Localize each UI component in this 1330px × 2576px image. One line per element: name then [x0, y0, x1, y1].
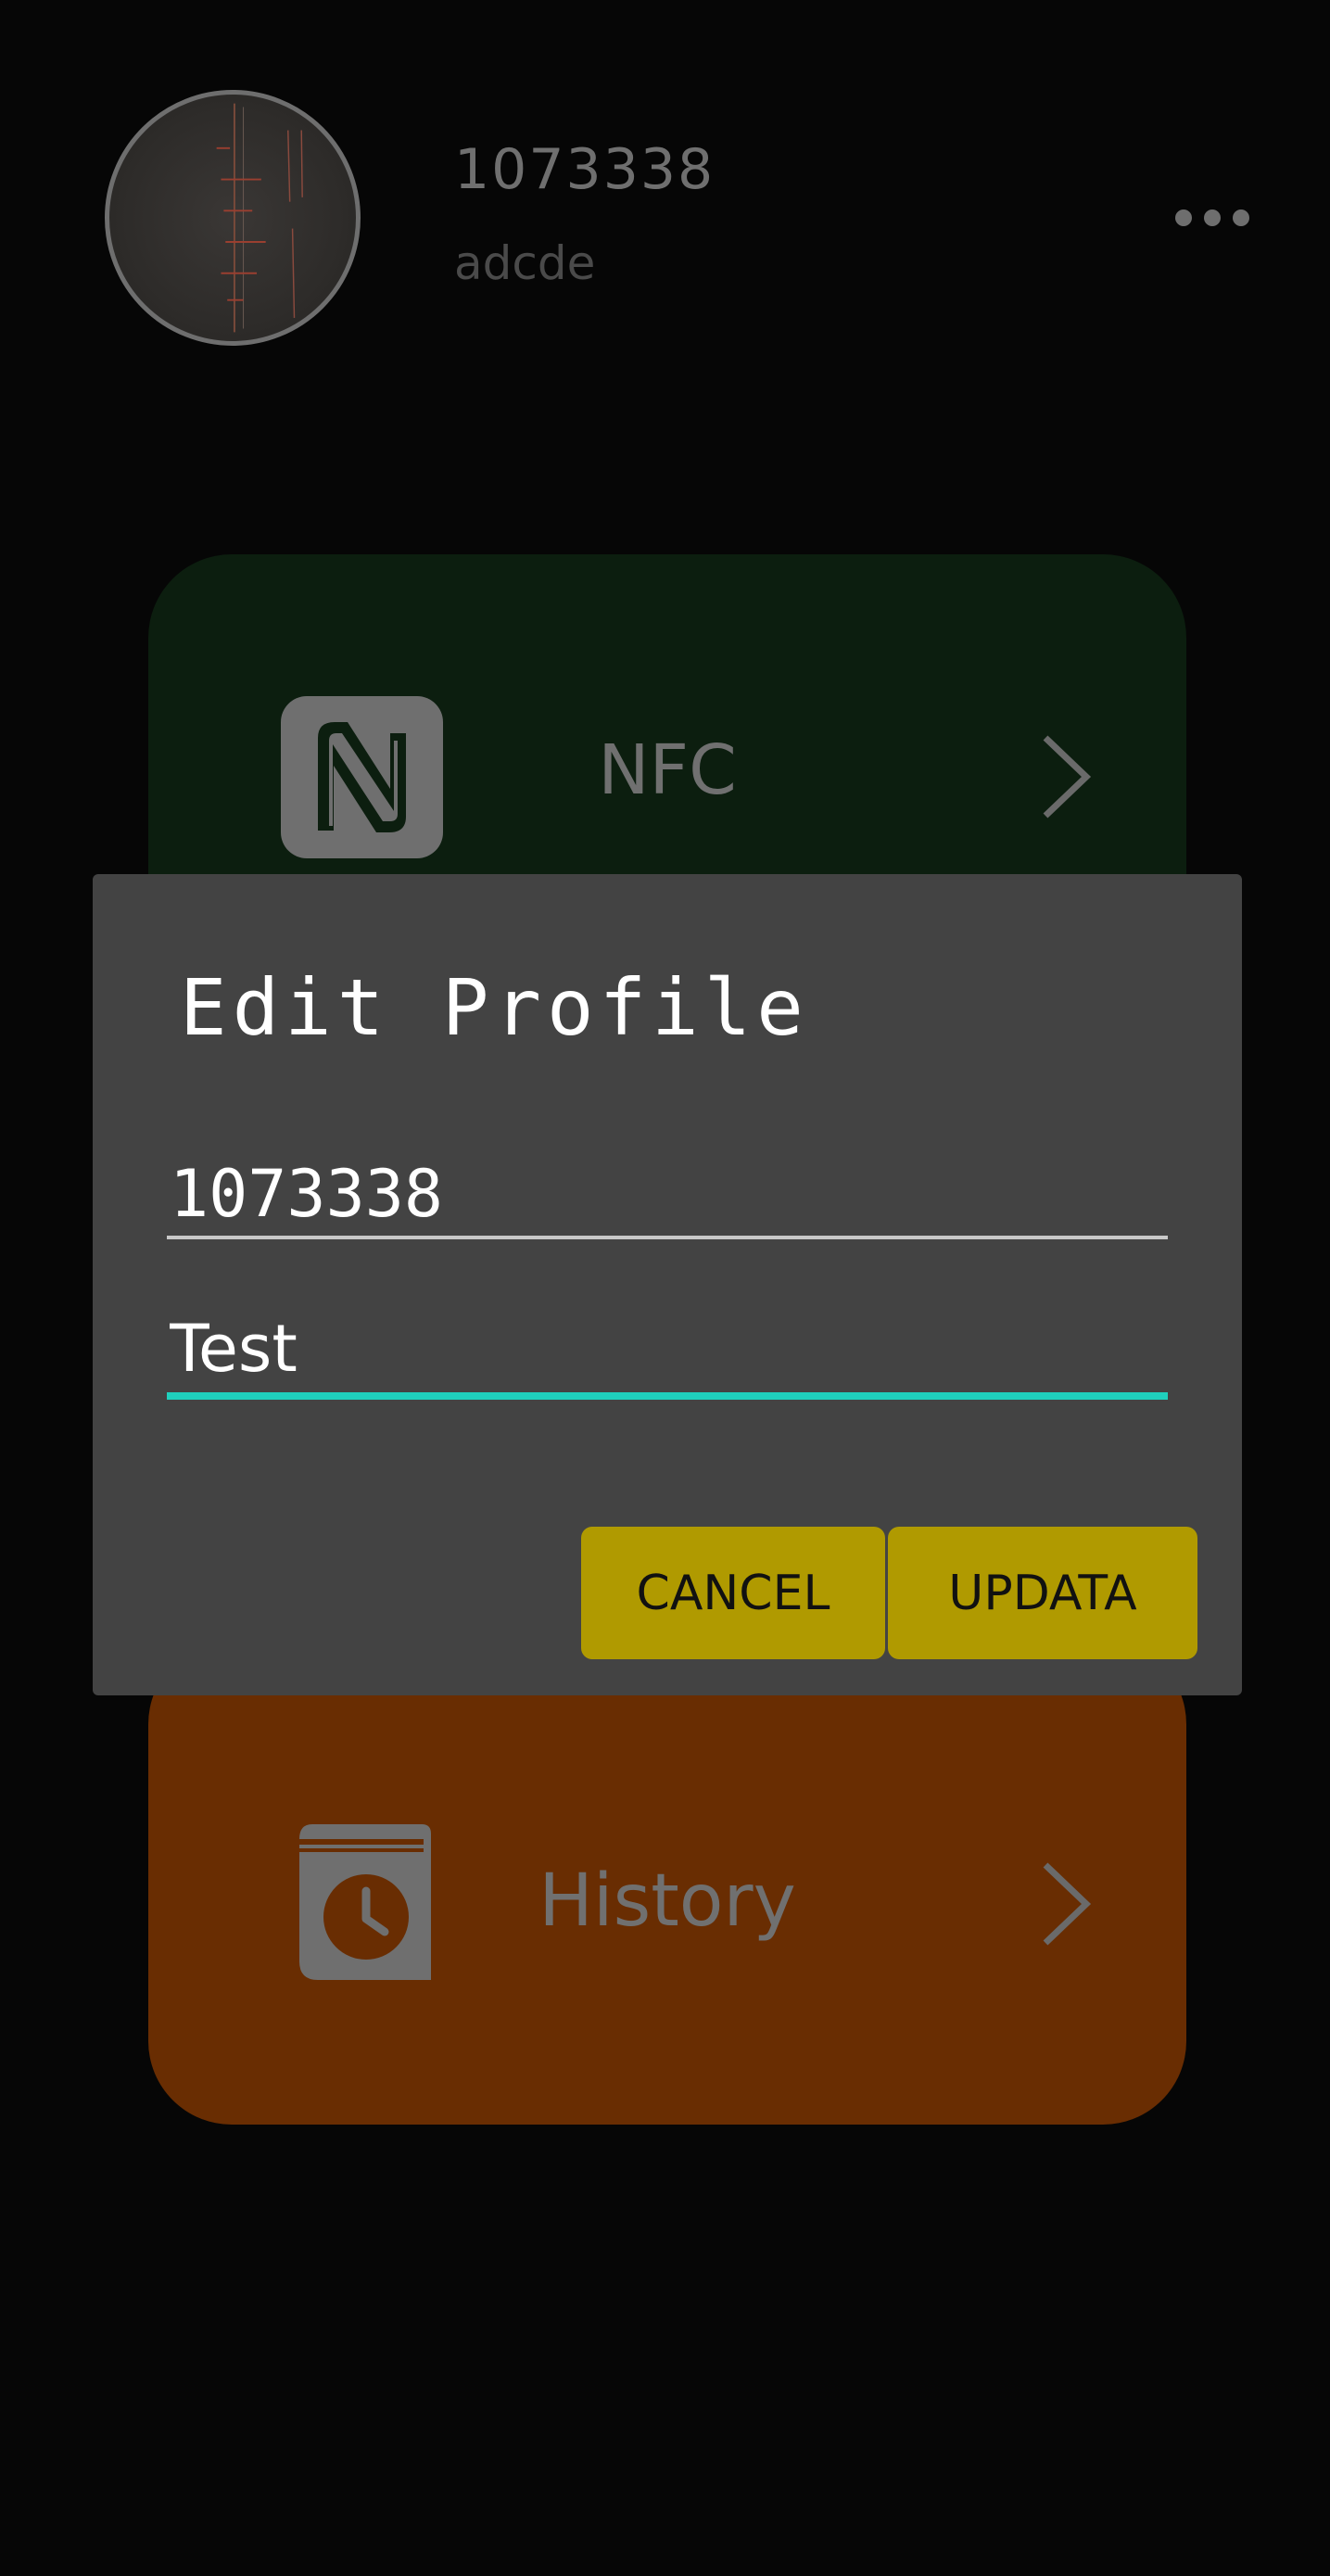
more-dots-icon	[1233, 209, 1249, 226]
avatar[interactable]	[105, 90, 361, 346]
user-id-label: 1073338	[454, 137, 716, 202]
edit-profile-dialog: Edit Profile CANCEL UPDATA	[93, 874, 1242, 1695]
update-button[interactable]: UPDATA	[888, 1527, 1197, 1659]
nfc-card-label: NFC	[598, 730, 737, 810]
history-card-label: History	[538, 1859, 796, 1943]
dialog-title: Edit Profile	[180, 962, 809, 1053]
more-dots-icon	[1175, 209, 1192, 226]
user-name-label: adcde	[454, 236, 596, 290]
more-options-button[interactable]	[1175, 204, 1249, 232]
chevron-right-icon	[1043, 735, 1092, 818]
user-name-field[interactable]	[167, 1305, 1168, 1400]
chevron-right-icon	[1043, 1862, 1092, 1946]
profile-screen: 1073338 adcde NFC History Edit Profile 1…	[0, 0, 1330, 2576]
history-card[interactable]: History	[148, 1641, 1186, 2125]
user-id-field[interactable]	[167, 1152, 1168, 1239]
more-dots-icon	[1204, 209, 1221, 226]
avatar-image	[216, 103, 303, 333]
cancel-button[interactable]: CANCEL	[581, 1527, 885, 1659]
